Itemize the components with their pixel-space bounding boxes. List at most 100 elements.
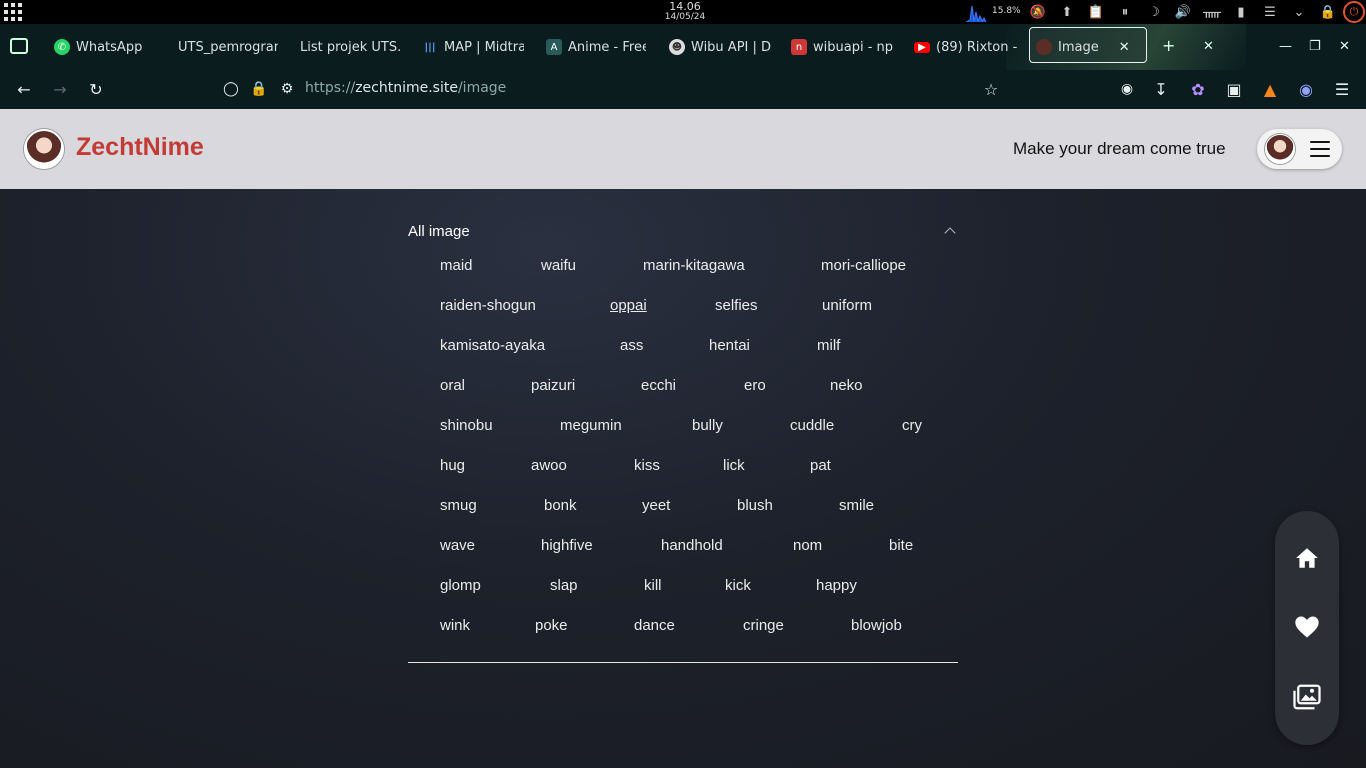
- category-link[interactable]: raiden-shogun: [440, 297, 536, 314]
- close-tab-icon[interactable]: ✕: [1119, 40, 1130, 55]
- category-link-active[interactable]: oppai: [610, 297, 647, 314]
- restore-icon[interactable]: ❐: [1309, 39, 1321, 54]
- update-icon[interactable]: ⬆: [1057, 2, 1077, 22]
- notification-bell-icon[interactable]: 🔕: [1028, 2, 1048, 22]
- system-clock[interactable]: 14.06 14/05/24: [640, 1, 730, 23]
- category-link[interactable]: awoo: [531, 457, 567, 474]
- category-link[interactable]: highfive: [541, 537, 593, 554]
- category-link[interactable]: bully: [692, 417, 723, 434]
- category-link[interactable]: bonk: [544, 497, 577, 514]
- permissions-icon[interactable]: ⚙: [276, 78, 298, 100]
- category-link[interactable]: maid: [440, 257, 473, 274]
- category-link[interactable]: wink: [440, 617, 470, 634]
- home-button[interactable]: [1292, 543, 1322, 573]
- forward-icon[interactable]: →: [49, 78, 71, 100]
- tab-wibuapi-npm[interactable]: n wibuapi - np: [791, 36, 893, 58]
- back-icon[interactable]: ←: [13, 78, 35, 100]
- favorites-button[interactable]: [1292, 612, 1322, 642]
- clipboard-icon[interactable]: 📋: [1086, 2, 1106, 22]
- category-link[interactable]: waifu: [541, 257, 576, 274]
- category-link[interactable]: oral: [440, 377, 465, 394]
- tab-map-midtrans[interactable]: ||| MAP | Midtra: [422, 36, 524, 58]
- accordion-header[interactable]: All image: [408, 219, 958, 243]
- site-logo-text[interactable]: ZechtNime: [76, 133, 204, 162]
- category-link[interactable]: dance: [634, 617, 675, 634]
- logo-avatar[interactable]: [24, 129, 64, 169]
- category-link[interactable]: bite: [889, 537, 913, 554]
- category-link[interactable]: cuddle: [790, 417, 834, 434]
- url-field[interactable]: https://zechtnime.site/image: [305, 80, 506, 96]
- extension-icon[interactable]: ✿: [1187, 78, 1209, 100]
- category-link[interactable]: wave: [440, 537, 475, 554]
- tab-overflow-close-icon[interactable]: ✕: [1203, 39, 1214, 54]
- tab-anime-free[interactable]: A Anime - Free: [546, 36, 646, 58]
- category-link[interactable]: ero: [744, 377, 766, 394]
- tab-whatsapp[interactable]: ✆ WhatsApp: [54, 36, 164, 58]
- lock-icon[interactable]: 🔒: [248, 78, 270, 100]
- download-icon[interactable]: ↧: [1150, 78, 1172, 100]
- user-menu-button[interactable]: [1257, 129, 1342, 169]
- category-link[interactable]: marin-kitagawa: [643, 257, 745, 274]
- chevron-up-icon[interactable]: [944, 227, 956, 239]
- category-link[interactable]: cry: [902, 417, 922, 434]
- category-link[interactable]: lick: [723, 457, 745, 474]
- close-window-icon[interactable]: ✕: [1339, 39, 1350, 54]
- category-link[interactable]: neko: [830, 377, 863, 394]
- category-link[interactable]: poke: [535, 617, 568, 634]
- category-link[interactable]: nom: [793, 537, 822, 554]
- tab-list-projek[interactable]: List projek UTS.p: [300, 36, 400, 58]
- category-link[interactable]: hentai: [709, 337, 750, 354]
- category-link[interactable]: blowjob: [851, 617, 902, 634]
- category-link[interactable]: smug: [440, 497, 477, 514]
- category-link[interactable]: ecchi: [641, 377, 676, 394]
- category-link[interactable]: happy: [816, 577, 857, 594]
- extensions-puzzle-icon[interactable]: ▣: [1223, 78, 1245, 100]
- game-controller-icon[interactable]: ◉: [1295, 78, 1317, 100]
- power-icon[interactable]: ⏻: [1343, 1, 1365, 23]
- category-link[interactable]: megumin: [560, 417, 622, 434]
- category-link[interactable]: milf: [817, 337, 840, 354]
- app-launcher-icon[interactable]: [4, 3, 22, 21]
- shield-icon[interactable]: ◯: [220, 78, 242, 100]
- category-link[interactable]: mori-calliope: [821, 257, 906, 274]
- category-link[interactable]: cringe: [743, 617, 784, 634]
- category-link[interactable]: kamisato-ayaka: [440, 337, 545, 354]
- menu-icon[interactable]: ☰: [1331, 78, 1353, 100]
- tab-image[interactable]: Image ✕: [1036, 36, 1140, 58]
- tab-uts-pemrograman[interactable]: UTS_pemrogram: [178, 36, 278, 58]
- category-link[interactable]: paizuri: [531, 377, 575, 394]
- bluetooth-icon[interactable]: ᚅ: [1202, 2, 1222, 22]
- category-link[interactable]: handhold: [661, 537, 723, 554]
- wifi-icon[interactable]: ☰: [1260, 2, 1280, 22]
- tab-list-icon[interactable]: [10, 38, 28, 54]
- category-link[interactable]: ass: [620, 337, 643, 354]
- category-link[interactable]: blush: [737, 497, 773, 514]
- category-link[interactable]: selfies: [715, 297, 758, 314]
- lock-icon[interactable]: 🔒: [1318, 2, 1338, 22]
- new-tab-icon[interactable]: +: [1162, 36, 1175, 55]
- tab-youtube-rixton[interactable]: ▶ (89) Rixton -: [914, 36, 1018, 58]
- reload-icon[interactable]: ↻: [85, 78, 107, 100]
- pocket-icon[interactable]: ◉: [1116, 78, 1138, 100]
- cpu-graph-icon[interactable]: [966, 2, 990, 22]
- category-link[interactable]: smile: [839, 497, 874, 514]
- media-player-icon[interactable]: ⏸: [1115, 2, 1135, 22]
- gallery-button[interactable]: [1292, 682, 1322, 712]
- category-link[interactable]: yeet: [642, 497, 670, 514]
- category-link[interactable]: hug: [440, 457, 465, 474]
- category-link[interactable]: glomp: [440, 577, 481, 594]
- category-link[interactable]: kick: [725, 577, 751, 594]
- minimize-icon[interactable]: —: [1279, 39, 1292, 54]
- night-light-icon[interactable]: ☽: [1144, 2, 1164, 22]
- category-link[interactable]: kiss: [634, 457, 660, 474]
- chevron-down-icon[interactable]: ⌄: [1289, 2, 1309, 22]
- category-link[interactable]: kill: [644, 577, 662, 594]
- category-link[interactable]: pat: [810, 457, 831, 474]
- volume-icon[interactable]: 🔊: [1173, 2, 1193, 22]
- metamask-icon[interactable]: ▲: [1259, 78, 1281, 100]
- tab-wibu-api[interactable]: ☻ Wibu API | D: [669, 36, 771, 58]
- category-link[interactable]: shinobu: [440, 417, 493, 434]
- bookmark-star-icon[interactable]: ☆: [980, 78, 1002, 100]
- battery-icon[interactable]: ▮: [1231, 2, 1251, 22]
- category-link[interactable]: slap: [550, 577, 578, 594]
